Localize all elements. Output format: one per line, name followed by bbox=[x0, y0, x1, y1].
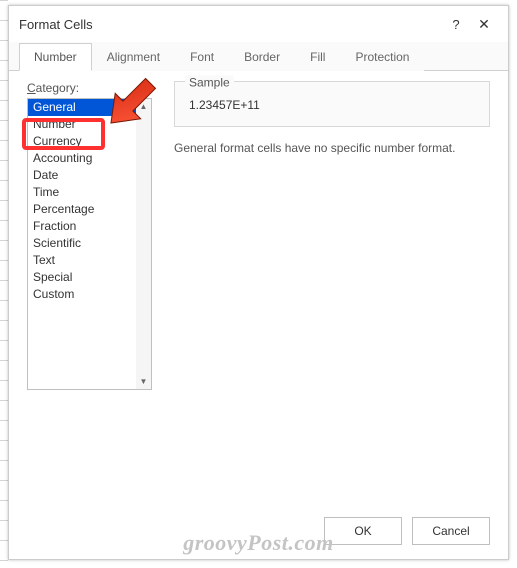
category-item-accounting[interactable]: Accounting bbox=[28, 150, 136, 167]
category-label: Category: bbox=[27, 81, 152, 95]
close-button[interactable]: ✕ bbox=[470, 12, 498, 36]
titlebar: Format Cells ? ✕ bbox=[9, 6, 508, 42]
category-item-currency[interactable]: Currency bbox=[28, 133, 136, 150]
sample-label: Sample bbox=[185, 75, 234, 89]
category-item-time[interactable]: Time bbox=[28, 184, 136, 201]
format-cells-dialog: Format Cells ? ✕ Number Alignment Font B… bbox=[8, 5, 509, 560]
tab-alignment[interactable]: Alignment bbox=[92, 43, 175, 71]
category-listbox[interactable]: General Number Currency Accounting Date … bbox=[27, 98, 152, 390]
dialog-title: Format Cells bbox=[19, 17, 442, 32]
tab-border[interactable]: Border bbox=[229, 43, 295, 71]
scroll-down-icon[interactable]: ▼ bbox=[136, 374, 151, 389]
category-item-general[interactable]: General bbox=[28, 99, 136, 116]
tab-protection[interactable]: Protection bbox=[340, 43, 424, 71]
format-description: General format cells have no specific nu… bbox=[174, 141, 490, 155]
sample-value: 1.23457E+11 bbox=[189, 92, 475, 112]
help-button[interactable]: ? bbox=[442, 12, 470, 36]
category-scrollbar[interactable]: ▲ ▼ bbox=[136, 99, 151, 389]
category-item-fraction[interactable]: Fraction bbox=[28, 218, 136, 235]
sample-group: Sample 1.23457E+11 bbox=[174, 81, 490, 127]
category-item-text[interactable]: Text bbox=[28, 252, 136, 269]
tab-bar: Number Alignment Font Border Fill Protec… bbox=[9, 42, 508, 71]
category-item-custom[interactable]: Custom bbox=[28, 286, 136, 303]
category-item-special[interactable]: Special bbox=[28, 269, 136, 286]
cancel-button[interactable]: Cancel bbox=[412, 517, 490, 545]
ok-button[interactable]: OK bbox=[324, 517, 402, 545]
category-item-scientific[interactable]: Scientific bbox=[28, 235, 136, 252]
tab-font[interactable]: Font bbox=[175, 43, 229, 71]
category-item-date[interactable]: Date bbox=[28, 167, 136, 184]
tab-number[interactable]: Number bbox=[19, 43, 92, 71]
category-item-percentage[interactable]: Percentage bbox=[28, 201, 136, 218]
tab-fill[interactable]: Fill bbox=[295, 43, 340, 71]
scroll-up-icon[interactable]: ▲ bbox=[136, 99, 151, 114]
category-item-number[interactable]: Number bbox=[28, 116, 136, 133]
